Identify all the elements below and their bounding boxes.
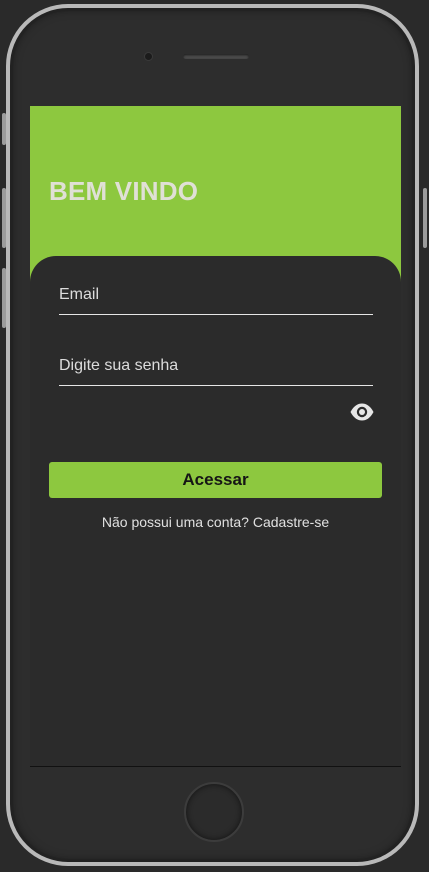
power-button: [423, 188, 427, 248]
volume-down-button: [2, 268, 6, 328]
signup-prompt: Não possui uma conta? Cadastre-se: [30, 514, 401, 530]
email-field-wrapper: [59, 286, 373, 315]
password-input[interactable]: [59, 357, 373, 375]
signup-question: Não possui uma conta?: [101, 514, 249, 530]
volume-up-button: [2, 188, 6, 248]
app-screen: BEM VINDO Acessar Não possui uma conta? …: [30, 106, 401, 767]
welcome-title: BEM VINDO: [49, 176, 199, 206]
earpiece-speaker: [183, 54, 249, 59]
signup-link[interactable]: Cadastre-se: [253, 514, 329, 530]
password-field-wrapper: [59, 357, 373, 386]
front-camera: [145, 53, 152, 60]
email-input[interactable]: [59, 286, 373, 304]
login-button[interactable]: Acessar: [49, 462, 382, 498]
login-panel: Acessar Não possui uma conta? Cadastre-s…: [30, 256, 401, 766]
eye-icon[interactable]: [349, 402, 375, 422]
home-button: [184, 782, 244, 842]
silent-switch: [2, 113, 6, 145]
